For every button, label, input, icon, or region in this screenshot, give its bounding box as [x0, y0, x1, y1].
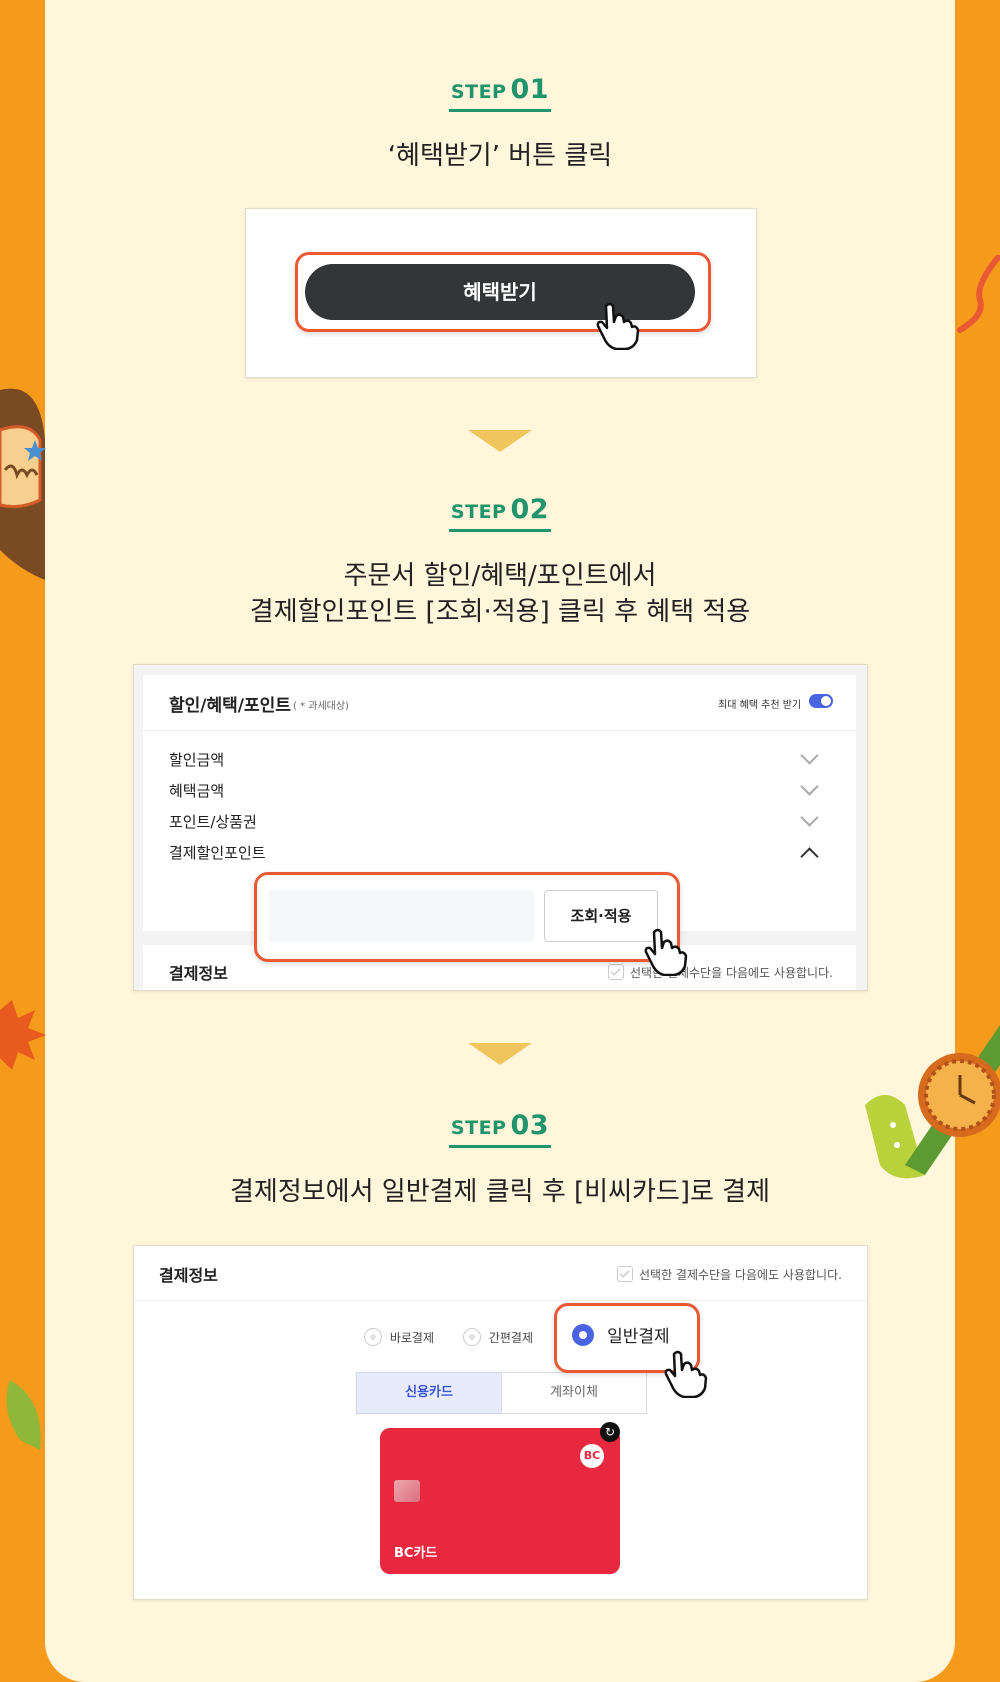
accordion-item[interactable]: 포인트/상품권: [143, 807, 856, 835]
step-number: 02: [510, 494, 550, 525]
radio-option-general[interactable]: 일반결제: [572, 1322, 670, 1352]
step3-demo-box: 결제정보 선택한 결제수단을 다음에도 사용합니다. 바로결제 간편결제 신용카…: [133, 1245, 868, 1600]
accordion-label: 혜택금액: [169, 782, 225, 800]
radio-icon: [364, 1328, 382, 1346]
reuse-checkbox[interactable]: [617, 1266, 633, 1282]
max-benefit-toggle[interactable]: [809, 694, 833, 708]
accordion-label: 할인금액: [169, 751, 225, 769]
toggle-label: 최대 혜택 추천 받기: [718, 700, 802, 711]
chevron-down-icon: [800, 808, 819, 827]
radio-label: 바로결제: [389, 1330, 434, 1345]
radio-option-quick[interactable]: 바로결제: [364, 1328, 434, 1346]
chevron-up-icon: [800, 847, 819, 866]
step-word: STEP: [450, 81, 507, 103]
accordion-label: 결제할인포인트: [169, 844, 266, 862]
radio-label: 간편결제: [488, 1330, 533, 1345]
tab-credit-card[interactable]: 신용카드: [356, 1372, 502, 1414]
point-input[interactable]: [268, 890, 534, 942]
card-name: BC카드: [394, 1546, 438, 1561]
accordion-item[interactable]: 할인금액: [143, 745, 856, 773]
card-refresh-icon[interactable]: ↻: [600, 1422, 620, 1442]
step3-label: STEP 03: [0, 1110, 1000, 1148]
step-number: 03: [510, 1110, 550, 1141]
corndog-clock-decoration: [865, 1025, 1000, 1179]
accordion-label: 포인트/상품권: [169, 813, 257, 831]
payment-header: 결제정보 선택한 결제수단을 다음에도 사용합니다.: [134, 1246, 867, 1301]
step3-description: 결제정보에서 일반결제 클릭 후 [비씨카드]로 결제: [229, 1177, 770, 1207]
radio-option-easy[interactable]: 간편결제: [463, 1328, 533, 1346]
section-note: ( * 과세대상): [293, 701, 349, 712]
step2-description: 주문서 할인/혜택/포인트에서 결제할인포인트 [조회·적용] 클릭 후 혜택 …: [0, 558, 1000, 630]
step-word: STEP: [450, 1117, 507, 1139]
arrow-down-icon: [468, 1043, 532, 1065]
leaf-decoration: [0, 1000, 46, 1070]
step2-desc-line2: 결제할인포인트 [조회·적용] 클릭 후 혜택 적용: [249, 597, 751, 627]
step2-desc-line1: 주문서 할인/혜택/포인트에서: [343, 561, 657, 591]
step1-description: ‘혜택받기’ 버튼 클릭: [387, 141, 613, 171]
card-logo: BC: [580, 1444, 604, 1468]
chevron-down-icon: [800, 777, 819, 796]
accordion-item[interactable]: 혜택금액: [143, 776, 856, 804]
step2-label: STEP 02: [0, 494, 1000, 532]
tab-account-transfer[interactable]: 계좌이체: [501, 1372, 647, 1414]
pointer-hand-icon: [596, 302, 640, 350]
card-chip-icon: [394, 1480, 420, 1502]
radio-label: 일반결제: [607, 1327, 670, 1347]
accordion-item[interactable]: 결제할인포인트: [143, 838, 856, 866]
step-word: STEP: [450, 501, 507, 523]
radio-selected-icon: [572, 1323, 594, 1346]
bc-card[interactable]: BC BC카드 ↻: [380, 1422, 620, 1574]
reuse-checkbox[interactable]: [608, 964, 624, 980]
pointer-hand-icon: [664, 1350, 708, 1398]
step1-label: STEP 01: [0, 74, 1000, 112]
reuse-check-label: 선택한 결제수단을 다음에도 사용합니다.: [639, 1268, 842, 1282]
pointer-hand-icon: [644, 928, 688, 976]
pickle-decoration: [6, 1380, 41, 1450]
radio-icon: [463, 1328, 481, 1346]
toggle-knob: [821, 696, 831, 706]
arrow-down-icon: [468, 430, 532, 452]
section-title: 할인/혜택/포인트: [169, 696, 291, 716]
squiggle-decoration: [957, 255, 1000, 333]
chevron-down-icon: [800, 746, 819, 765]
apply-button[interactable]: 조회·적용: [544, 890, 658, 942]
section-header: 할인/혜택/포인트 ( * 과세대상) 최대 혜택 추천 받기: [143, 675, 856, 731]
payment-panel-title: 결제정보: [159, 1266, 218, 1285]
payment-info-title: 결제정보: [169, 964, 228, 983]
step-number: 01: [510, 74, 550, 105]
